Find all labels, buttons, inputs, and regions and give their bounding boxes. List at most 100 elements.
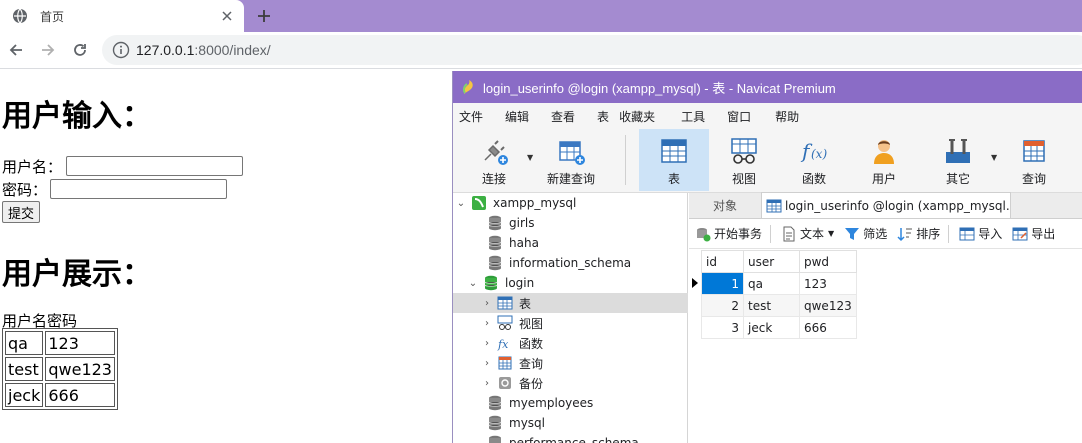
- cell-id[interactable]: 1: [701, 272, 744, 295]
- tree-item-tables[interactable]: › 表: [453, 293, 688, 313]
- query-icon: [1019, 136, 1049, 166]
- cell-user[interactable]: test: [743, 294, 800, 317]
- tree-connection[interactable]: ⌄ xampp_mysql: [453, 193, 688, 213]
- sort-icon: [897, 226, 913, 242]
- other-button[interactable]: 其它: [933, 129, 983, 191]
- pwd-cell: 123: [45, 331, 115, 355]
- db-label: myemployees: [509, 396, 594, 410]
- expand-icon[interactable]: ›: [481, 338, 493, 349]
- table-button[interactable]: 表: [639, 129, 709, 191]
- url-text: 127.0.0.1:8000/index/: [136, 42, 271, 58]
- browser-toolbar: 127.0.0.1:8000/index/: [0, 32, 1082, 68]
- column-header-id[interactable]: id: [701, 250, 744, 273]
- cell-pwd[interactable]: 123: [799, 272, 857, 295]
- expand-icon[interactable]: ›: [481, 318, 493, 329]
- tree-item-views[interactable]: › 视图: [453, 313, 688, 333]
- function-button[interactable]: f (x) 函数: [789, 129, 839, 191]
- menu-tools[interactable]: 工具: [681, 108, 705, 125]
- tab-strip: 首页: [0, 0, 1082, 32]
- tree-item-label: 查询: [519, 356, 544, 371]
- connection-label: xampp_mysql: [493, 196, 577, 210]
- submit-button[interactable]: 提交: [2, 201, 41, 223]
- tab-table-data[interactable]: login_userinfo @login (xampp_mysql...: [761, 192, 1011, 218]
- filter-button[interactable]: 筛选: [844, 225, 887, 242]
- expand-icon[interactable]: ›: [481, 298, 493, 309]
- collapse-icon[interactable]: ⌄: [455, 198, 467, 209]
- cell-id[interactable]: 2: [701, 294, 744, 317]
- import-button[interactable]: 导入: [959, 225, 1002, 242]
- tree-item-backups[interactable]: › 备份: [453, 373, 688, 393]
- expand-icon[interactable]: ›: [481, 358, 493, 369]
- tab-objects[interactable]: 对象: [689, 192, 761, 218]
- db-label: haha: [509, 236, 539, 250]
- info-icon[interactable]: [112, 41, 130, 59]
- new-tab-icon[interactable]: [252, 4, 276, 28]
- tree-db-login[interactable]: ⌄ login: [453, 273, 688, 293]
- url-host: 127.0.0.1: [136, 42, 195, 58]
- table-row[interactable]: 2 test qwe123: [701, 294, 857, 317]
- menu-help[interactable]: 帮助: [775, 108, 799, 125]
- menu-favorites[interactable]: 收藏夹: [619, 108, 655, 125]
- cell-pwd[interactable]: qwe123: [799, 294, 857, 317]
- menu-table[interactable]: 表: [597, 108, 609, 125]
- tree-db-girls[interactable]: girls: [453, 213, 688, 233]
- export-button[interactable]: 导出: [1012, 225, 1055, 242]
- cell-id[interactable]: 3: [701, 316, 744, 339]
- other-dropdown-icon[interactable]: ▼: [991, 153, 997, 162]
- text-label: 文本: [800, 227, 825, 241]
- tree-db-information-schema[interactable]: information_schema: [453, 253, 688, 273]
- username-input[interactable]: [66, 156, 243, 176]
- connect-dropdown-icon[interactable]: ▼: [527, 153, 533, 162]
- column-header-user[interactable]: user: [743, 250, 800, 273]
- back-icon[interactable]: [4, 38, 28, 62]
- address-bar[interactable]: 127.0.0.1:8000/index/: [102, 35, 1082, 65]
- object-tabs: 对象 login_userinfo @login (xampp_mysql...: [689, 192, 1082, 219]
- tree-db-haha[interactable]: haha: [453, 233, 688, 253]
- tree-db-mysql[interactable]: mysql: [453, 413, 688, 433]
- begin-transaction-button[interactable]: 开始事务: [695, 225, 762, 242]
- view-label: 视图: [731, 172, 756, 186]
- text-dropdown-icon[interactable]: ▼: [828, 229, 834, 238]
- text-button[interactable]: 文本 ▼: [781, 225, 834, 242]
- new-query-button[interactable]: 新建查询: [541, 129, 601, 191]
- table-row[interactable]: 3 jeck 666: [701, 316, 857, 339]
- tree-item-functions[interactable]: › fx 函数: [453, 333, 688, 353]
- password-input[interactable]: [50, 179, 227, 199]
- tree-item-queries[interactable]: › 查询: [453, 353, 688, 373]
- database-icon: [487, 395, 503, 411]
- view-button[interactable]: 视图: [719, 129, 769, 191]
- globe-icon: [12, 8, 28, 24]
- table-row: test qwe123: [5, 357, 115, 381]
- tree-db-myemployees[interactable]: myemployees: [453, 393, 688, 413]
- menu-edit[interactable]: 编辑: [505, 108, 529, 125]
- query-icon: [497, 355, 513, 371]
- toolbar-separator: [625, 135, 626, 185]
- sort-button[interactable]: 排序: [897, 225, 940, 242]
- cell-user[interactable]: jeck: [743, 316, 800, 339]
- connect-button[interactable]: 连接: [469, 129, 519, 191]
- collapse-icon[interactable]: ⌄: [467, 278, 479, 289]
- connect-label: 连接: [481, 172, 506, 186]
- menu-file[interactable]: 文件: [459, 108, 483, 125]
- other-label: 其它: [945, 172, 970, 186]
- tree-db-performance-schema[interactable]: performance_schema: [453, 433, 688, 443]
- database-icon: [487, 435, 503, 443]
- forward-icon[interactable]: [36, 38, 60, 62]
- close-tab-icon[interactable]: [216, 5, 238, 27]
- query-button[interactable]: 查询: [1009, 129, 1059, 191]
- expand-icon[interactable]: ›: [481, 378, 493, 389]
- column-header-pwd[interactable]: pwd: [799, 250, 857, 273]
- menu-window[interactable]: 窗口: [727, 108, 751, 125]
- window-title: login_userinfo @login (xampp_mysql) - 表 …: [483, 80, 836, 96]
- user-button[interactable]: 用户: [859, 129, 909, 191]
- connection-icon: [471, 195, 487, 211]
- navicat-titlebar[interactable]: login_userinfo @login (xampp_mysql) - 表 …: [453, 71, 1082, 103]
- reload-icon[interactable]: [68, 38, 92, 62]
- browser-tab[interactable]: 首页: [0, 0, 244, 32]
- cell-user[interactable]: qa: [743, 272, 800, 295]
- menu-view[interactable]: 查看: [551, 108, 575, 125]
- cell-pwd[interactable]: 666: [799, 316, 857, 339]
- table-label: 表: [667, 172, 680, 186]
- table-row[interactable]: 1 qa 123: [701, 272, 857, 295]
- data-pane: 对象 login_userinfo @login (xampp_mysql...…: [689, 192, 1082, 443]
